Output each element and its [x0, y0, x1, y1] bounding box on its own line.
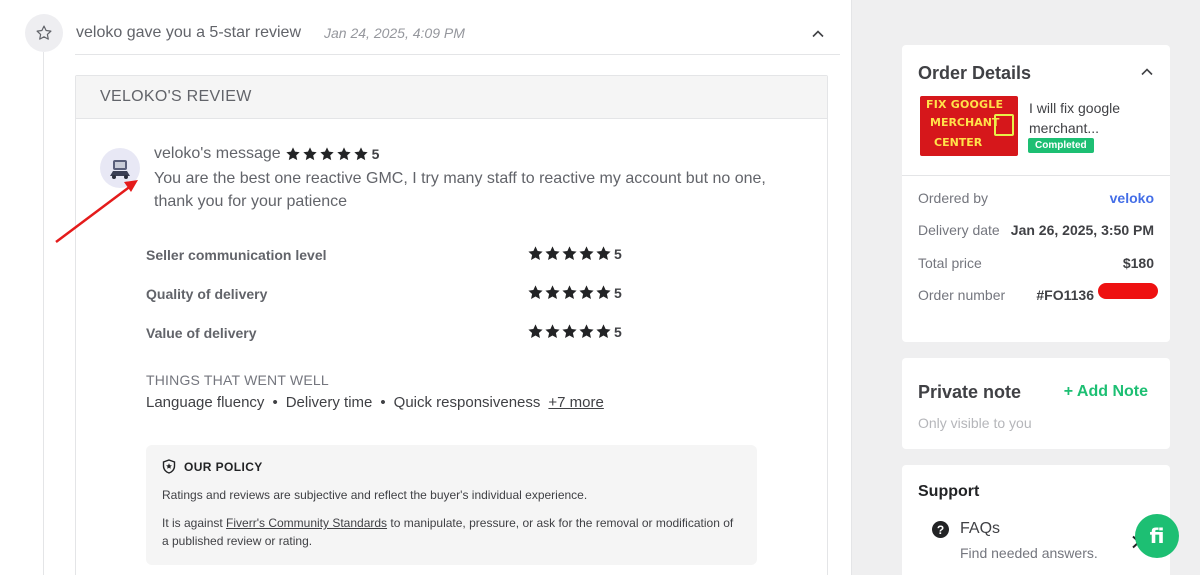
- rating-breakdown: Seller communication level 5 Quality of …: [146, 244, 646, 361]
- row-label: Delivery date: [918, 222, 1000, 238]
- rating-stars: 5: [527, 245, 622, 262]
- policy-text: It is against Fiverr's Community Standar…: [162, 514, 741, 550]
- rating-value: 5: [614, 245, 622, 262]
- star-icon: [562, 285, 577, 299]
- row-value: $180: [1122, 255, 1154, 271]
- went-well-title: THINGS THAT WENT WELL: [146, 372, 329, 388]
- faq-subtitle: Find needed answers.: [960, 545, 1098, 561]
- redaction-mark: [1098, 283, 1158, 299]
- review-event-header: veloko gave you a 5-star review Jan 24, …: [25, 14, 840, 54]
- row-value: Jan 26, 2025, 3:50 PM: [1010, 222, 1154, 238]
- more-link[interactable]: +7 more: [548, 394, 603, 411]
- review-card-title: VELOKO'S REVIEW: [76, 76, 827, 119]
- question-icon: ?: [932, 521, 949, 538]
- faq-link[interactable]: FAQs: [960, 520, 1000, 538]
- went-well-list: Language fluency • Delivery time • Quick…: [146, 394, 604, 411]
- row-label: Ordered by: [918, 190, 989, 206]
- message-stars: 5: [285, 146, 380, 162]
- bullet-separator: •: [272, 394, 278, 411]
- star-icon: [562, 246, 577, 260]
- went-well-item: Quick responsiveness: [393, 394, 541, 411]
- star-icon: [320, 147, 334, 161]
- chevron-up-icon[interactable]: [1140, 65, 1154, 79]
- message-label: veloko's message: [154, 145, 281, 162]
- review-card: VELOKO'S REVIEW veloko's message 5 You a…: [75, 75, 828, 575]
- collapse-chevron-icon[interactable]: [810, 26, 826, 42]
- add-note-button[interactable]: + Add Note: [1064, 383, 1148, 401]
- gig-thumbnail[interactable]: FIX GOOGLE MERCHANT CENTER: [920, 96, 1018, 156]
- rating-row: Seller communication level 5: [146, 244, 646, 283]
- star-icon: [528, 324, 543, 338]
- star-icon: [562, 324, 577, 338]
- star-icon: [528, 246, 543, 260]
- event-title: veloko gave you a 5-star review: [76, 24, 301, 41]
- annotation-arrow: [55, 180, 138, 243]
- policy-box: OUR POLICY Ratings and reviews are subje…: [146, 445, 757, 565]
- star-icon: [545, 324, 560, 338]
- cart-icon: [994, 114, 1014, 136]
- star-icon: [303, 147, 317, 161]
- rating-row: Value of delivery 5: [146, 322, 646, 361]
- rating-label: Seller communication level: [146, 247, 327, 263]
- row-label: Order number: [918, 287, 1006, 303]
- went-well-item: Delivery time: [285, 394, 373, 411]
- star-icon: [25, 14, 63, 52]
- rating-value: 5: [371, 146, 380, 162]
- ordered-by-row: Ordered by veloko: [918, 190, 1154, 210]
- thumb-text: MERCHANT: [930, 116, 1000, 129]
- star-icon: [337, 147, 351, 161]
- rating-label: Quality of delivery: [146, 286, 268, 302]
- delivery-date-row: Delivery date Jan 26, 2025, 3:50 PM: [918, 222, 1154, 242]
- star-icon: [545, 246, 560, 260]
- star-icon: [286, 147, 300, 161]
- review-message: You are the best one reactive GMC, I try…: [154, 170, 766, 210]
- main-panel: veloko gave you a 5-star review Jan 24, …: [0, 0, 852, 575]
- star-icon: [579, 324, 594, 338]
- policy-title-text: OUR POLICY: [184, 459, 263, 474]
- row-label: Total price: [918, 255, 982, 271]
- went-well-item: Language fluency: [146, 394, 265, 411]
- star-icon: [528, 285, 543, 299]
- star-icon: [596, 324, 611, 338]
- order-details-card: Order Details FIX GOOGLE MERCHANT CENTER…: [902, 45, 1170, 342]
- order-details-title: Order Details: [918, 63, 1032, 83]
- timeline-line: [43, 52, 44, 575]
- rating-value: 5: [614, 284, 622, 301]
- rating-label: Value of delivery: [146, 325, 257, 341]
- bullet-separator: •: [380, 394, 386, 411]
- private-note-card: Private note + Add Note Only visible to …: [902, 358, 1170, 449]
- row-value: #FO1136: [1036, 287, 1094, 303]
- gig-title[interactable]: I will fix google merchant...: [1029, 98, 1159, 138]
- buyer-link[interactable]: veloko: [1110, 190, 1154, 206]
- support-title: Support: [918, 483, 980, 500]
- total-price-row: Total price $180: [918, 255, 1154, 275]
- star-icon: [579, 246, 594, 260]
- rating-row: Quality of delivery 5: [146, 283, 646, 322]
- star-icon: [545, 285, 560, 299]
- shield-icon: [162, 459, 176, 474]
- policy-text-before: It is against: [162, 516, 227, 530]
- event-date: Jan 24, 2025, 4:09 PM: [324, 25, 465, 41]
- star-icon: [596, 246, 611, 260]
- policy-text: Ratings and reviews are subjective and r…: [162, 488, 588, 502]
- star-icon: [354, 147, 368, 161]
- star-icon: [579, 285, 594, 299]
- thumb-text: CENTER: [934, 136, 983, 149]
- star-icon: [596, 285, 611, 299]
- rating-stars: 5: [527, 323, 622, 340]
- policy-title: OUR POLICY: [162, 459, 741, 474]
- support-card: Support ? FAQs Find needed answers.: [902, 465, 1170, 575]
- thumb-text: FIX GOOGLE: [926, 98, 1004, 111]
- divider: [902, 175, 1170, 176]
- community-standards-link[interactable]: Fiverr's Community Standards: [226, 516, 387, 530]
- fiverr-chat-button[interactable]: fi: [1135, 514, 1179, 558]
- private-note-subtitle: Only visible to you: [918, 415, 1032, 431]
- message-header: veloko's message 5: [154, 145, 379, 163]
- divider: [75, 54, 840, 55]
- status-badge: Completed: [1028, 138, 1094, 153]
- rating-value: 5: [614, 323, 622, 340]
- rating-stars: 5: [527, 284, 622, 301]
